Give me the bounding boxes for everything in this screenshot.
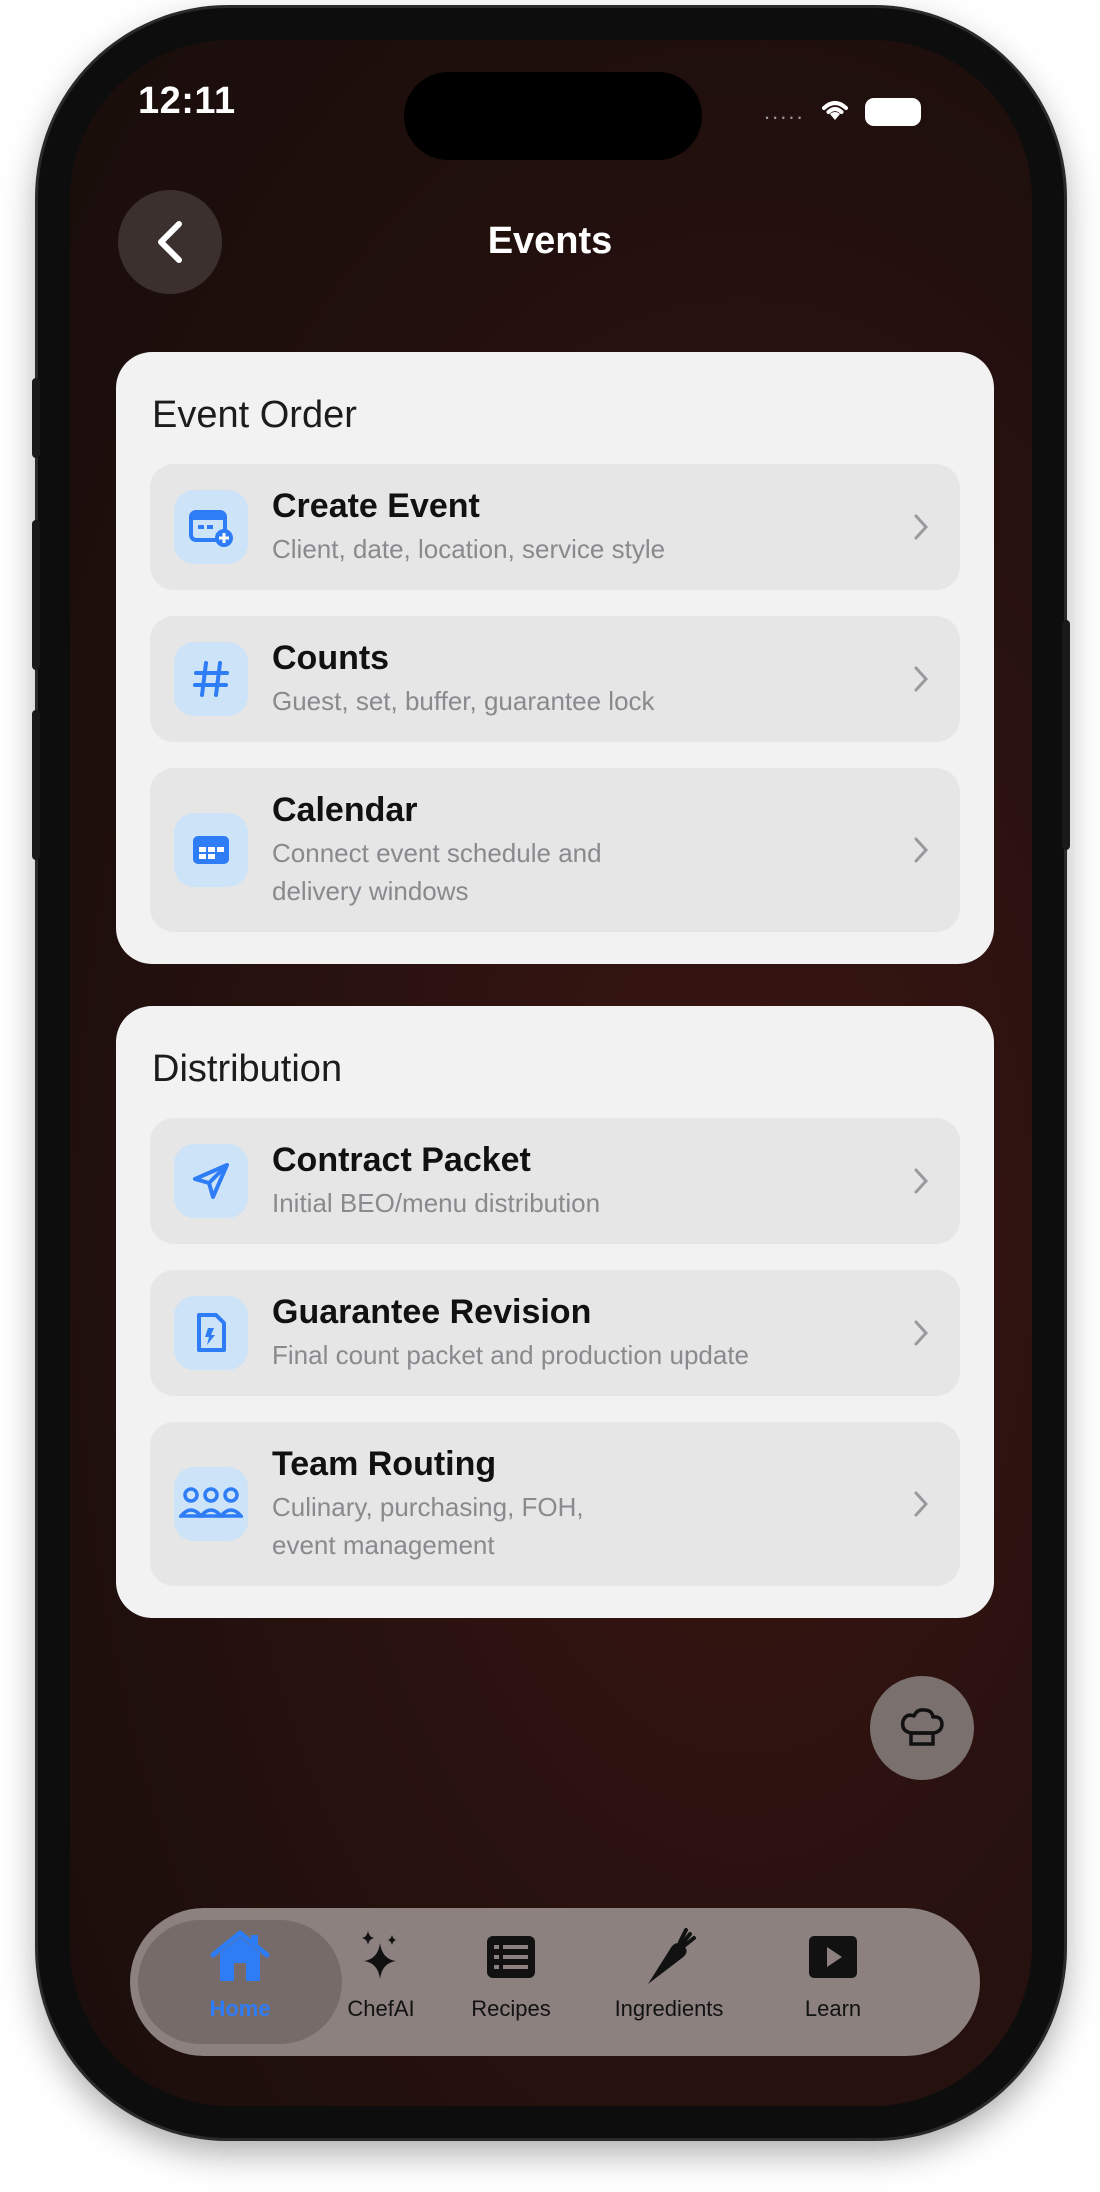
list-icon <box>485 1922 537 1992</box>
chef-assistant-button[interactable] <box>870 1676 974 1780</box>
chevron-right-icon <box>906 835 936 865</box>
tab-learn[interactable]: Learn <box>758 1922 908 2042</box>
section-event-order: Event Order Create Event Client, date, l… <box>116 352 994 964</box>
paper-plane-icon <box>174 1144 248 1218</box>
item-title: Contract Packet <box>272 1141 531 1179</box>
document-icon <box>174 1296 248 1370</box>
page-title: Events <box>487 220 613 262</box>
tab-ingredients[interactable]: Ingredients <box>594 1922 744 2042</box>
carrot-icon <box>642 1922 696 1992</box>
dynamic-island <box>404 72 702 160</box>
item-title: Guarantee Revision <box>272 1293 592 1331</box>
item-title: Counts <box>272 639 390 677</box>
calendar-icon <box>174 813 248 887</box>
item-subtitle-line-2: delivery windows <box>272 876 469 906</box>
list-item-calendar[interactable]: Calendar Connect event schedule and deli… <box>150 768 960 932</box>
tab-home[interactable]: Home <box>165 1922 315 2042</box>
list-item-contract-packet[interactable]: Contract Packet Initial BEO/menu distrib… <box>150 1118 960 1244</box>
team-icon <box>174 1467 248 1541</box>
item-subtitle: Initial BEO/menu distribution <box>272 1188 601 1218</box>
tab-label: ChefAI <box>347 1996 415 2021</box>
item-subtitle-line-2: event management <box>272 1530 495 1560</box>
tab-recipes[interactable]: Recipes <box>436 1922 586 2042</box>
side-button-action <box>32 378 40 458</box>
battery-icon <box>864 97 921 126</box>
chef-hat-icon <box>900 1708 944 1746</box>
tab-label: Home <box>209 1996 271 2021</box>
item-subtitle-line-1: Connect event schedule and <box>272 838 602 868</box>
house-icon <box>209 1922 271 1992</box>
calendar-plus-icon <box>174 490 248 564</box>
play-icon <box>807 1922 859 1992</box>
tab-chefai[interactable]: ChefAI <box>306 1922 456 2042</box>
list-item-team-routing[interactable]: Team Routing Culinary, purchasing, FOH, … <box>150 1422 960 1586</box>
item-subtitle: Client, date, location, service style <box>272 534 666 564</box>
chevron-right-icon <box>906 1489 936 1519</box>
chevron-right-icon <box>906 512 936 542</box>
section-title: Distribution <box>152 1048 343 1090</box>
item-title: Calendar <box>272 791 418 829</box>
side-button-volume-up <box>32 520 40 670</box>
tab-label: Ingredients <box>614 1996 724 2021</box>
chevron-right-icon <box>906 1318 936 1348</box>
tab-bar: Home ChefAI Recipes Ingredients Learn <box>130 1908 980 2056</box>
list-item-counts[interactable]: Counts Guest, set, buffer, guarantee loc… <box>150 616 960 742</box>
status-icons: ..... <box>764 96 921 127</box>
side-button-power <box>1062 620 1070 850</box>
tab-label: Learn <box>804 1996 862 2021</box>
item-title: Create Event <box>272 487 480 525</box>
item-title: Team Routing <box>272 1445 497 1483</box>
wifi-icon <box>819 96 851 127</box>
section-distribution: Distribution Contract Packet Initial BEO… <box>116 1006 994 1618</box>
status-time: 12:11 <box>138 80 236 122</box>
item-subtitle-line-1: Culinary, purchasing, FOH, <box>272 1492 584 1522</box>
list-item-create-event[interactable]: Create Event Client, date, location, ser… <box>150 464 960 590</box>
tab-label: Recipes <box>471 1996 551 2021</box>
hash-icon <box>174 642 248 716</box>
section-title: Event Order <box>152 394 357 436</box>
side-button-volume-down <box>32 710 40 860</box>
item-subtitle: Final count packet and production update <box>272 1340 750 1370</box>
item-subtitle: Guest, set, buffer, guarantee lock <box>272 686 655 716</box>
list-item-guarantee-revision[interactable]: Guarantee Revision Final count packet an… <box>150 1270 960 1396</box>
chevron-right-icon <box>906 664 936 694</box>
sparkles-icon <box>356 1922 406 1992</box>
chevron-right-icon <box>906 1166 936 1196</box>
cellular-signal-icon: ..... <box>764 98 805 124</box>
